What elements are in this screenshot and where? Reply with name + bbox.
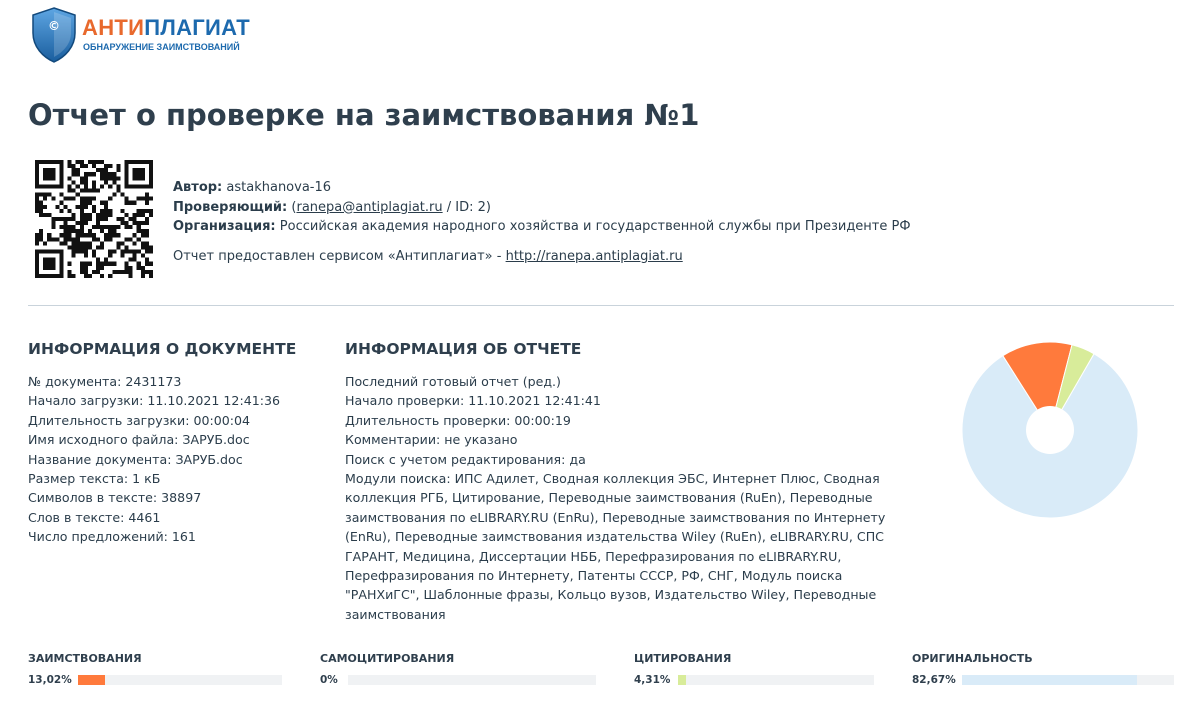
document-info-line: Длительность загрузки: 00:00:04 xyxy=(28,412,251,428)
metric-bar-track xyxy=(348,675,596,685)
author-value: astakhanova-16 xyxy=(226,180,332,195)
metric-label: ОРИГИНАЛЬНОСТЬ xyxy=(912,652,1033,665)
brand-part-plagiat: ПЛАГИАТ xyxy=(144,15,250,40)
document-info-line: Слов в тексте: 4461 xyxy=(28,509,161,525)
document-info-line: Символов в тексте: 38897 xyxy=(28,490,202,506)
metric-label: ЦИТИРОВАНИЯ xyxy=(634,652,732,665)
document-info-line: Имя исходного файла: ЗАРУБ.doc xyxy=(28,432,250,448)
metric-bar-fill xyxy=(962,675,1138,685)
service-link[interactable]: http://ranepa.antiplagiat.ru xyxy=(506,249,683,264)
metric-self-citations: САМОЦИТИРОВАНИЯ 0% xyxy=(320,652,596,689)
page-title: Отчет о проверке на заимствования №1 xyxy=(28,98,700,132)
brand-name: АНТИПЛАГИАТ xyxy=(82,16,250,40)
metric-label: ЗАИМСТВОВАНИЯ xyxy=(28,652,142,665)
document-info-title: ИНФОРМАЦИЯ О ДОКУМЕНТЕ xyxy=(28,340,297,358)
provided-text: Отчет предоставлен сервисом «Антиплагиат… xyxy=(173,248,506,264)
provided-line: Отчет предоставлен сервисом «Антиплагиат… xyxy=(173,247,911,267)
checker-line: Проверяющий: (ranepa@antiplagiat.ru / ID… xyxy=(173,198,911,218)
search-modules: Модули поиска: ИПС Адилет, Сводная колле… xyxy=(345,471,886,622)
report-info-line: Последний готовый отчет (ред.) xyxy=(345,374,561,389)
report-info-line: Поиск с учетом редактирования: да xyxy=(345,451,586,467)
divider xyxy=(28,305,1174,306)
metric-label: САМОЦИТИРОВАНИЯ xyxy=(320,652,455,665)
document-info-line: Размер текста: 1 кБ xyxy=(28,471,161,487)
checker-email-link[interactable]: ranepa@antiplagiat.ru xyxy=(296,200,442,215)
qr-code xyxy=(35,160,153,278)
metric-value: 82,67% xyxy=(912,674,956,686)
metric-citations: ЦИТИРОВАНИЯ 4,31% xyxy=(634,652,874,689)
metric-originality: ОРИГИНАЛЬНОСТЬ 82,67% xyxy=(912,652,1174,689)
results-pie-chart xyxy=(961,341,1139,519)
metric-bar-fill xyxy=(78,675,105,685)
document-info-line: Число предложений: 161 xyxy=(28,529,196,545)
metric-bar-track xyxy=(962,675,1174,685)
report-info-list: Последний готовый отчет (ред.) Начало пр… xyxy=(345,372,910,624)
report-info-line: Длительность проверки: 00:00:19 xyxy=(345,412,571,428)
document-info-line: № документа: 2431173 xyxy=(28,374,182,389)
antiplagiat-logo: © АНТИПЛАГИАТ ОБНАРУЖЕНИЕ ЗАИМСТВОВАНИЙ xyxy=(30,6,270,66)
document-info-line: Начало загрузки: 11.10.2021 12:41:36 xyxy=(28,393,280,409)
document-info-list: № документа: 2431173 Начало загрузки: 11… xyxy=(28,372,280,547)
metric-value: 13,02% xyxy=(28,674,72,686)
metric-bar-track xyxy=(78,675,282,685)
metric-borrowings: ЗАИМСТВОВАНИЯ 13,02% xyxy=(28,652,282,689)
brand-part-anti: АНТИ xyxy=(82,15,145,40)
metric-value: 0% xyxy=(320,674,338,686)
organization-value: Российская академия народного хозяйства … xyxy=(279,219,911,234)
metric-value: 4,31% xyxy=(634,674,671,686)
metric-bar-track xyxy=(678,675,874,685)
brand-tagline: ОБНАРУЖЕНИЕ ЗАИМСТВОВАНИЙ xyxy=(83,42,240,52)
organization-line: Организация: Российская академия народно… xyxy=(173,217,911,237)
author-line: Автор: astakhanova-16 xyxy=(173,178,911,198)
metric-bar-fill xyxy=(678,675,687,685)
organization-label: Организация: xyxy=(173,219,276,234)
pie-hole xyxy=(1026,406,1074,454)
checker-id: / ID: 2) xyxy=(442,199,491,215)
report-info-line: Начало проверки: 11.10.2021 12:41:41 xyxy=(345,393,601,409)
checker-label: Проверяющий: xyxy=(173,199,288,215)
author-label: Автор: xyxy=(173,180,223,195)
copyright-mark: © xyxy=(48,19,60,33)
report-info-title: ИНФОРМАЦИЯ ОБ ОТЧЕТЕ xyxy=(345,340,582,358)
shield-icon: © xyxy=(32,7,76,63)
report-meta: Автор: astakhanova-16 Проверяющий: (rane… xyxy=(173,178,911,266)
document-info-line: Название документа: ЗАРУБ.doc xyxy=(28,451,243,467)
report-info-line: Комментарии: не указано xyxy=(345,432,518,448)
